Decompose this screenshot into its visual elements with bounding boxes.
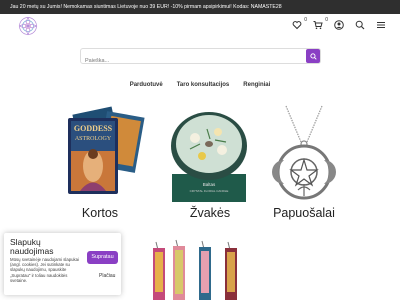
incense-image[interactable] bbox=[148, 238, 252, 300]
search-box bbox=[80, 48, 321, 68]
svg-text:CRYSTAL FLORAL CANDLE: CRYSTAL FLORAL CANDLE bbox=[190, 189, 229, 193]
search-submit-button[interactable] bbox=[306, 49, 320, 63]
nav-item-events[interactable]: Renginiai bbox=[243, 82, 270, 88]
cookie-text: Mūsų svetainėje naudojami slapukai (angl… bbox=[10, 257, 80, 283]
heart-icon bbox=[292, 21, 302, 30]
account-button[interactable] bbox=[334, 20, 344, 30]
main-nav: Parduotuvė Taro konsultacijos Renginiai bbox=[0, 82, 400, 88]
cookie-accept-button[interactable]: Supratau bbox=[87, 251, 118, 264]
header-icons: 0 0 bbox=[292, 17, 386, 30]
svg-text:ASTROLOGY: ASTROLOGY bbox=[75, 136, 112, 142]
candle-image[interactable]: Baltas CRYSTAL FLORAL CANDLE bbox=[160, 104, 260, 204]
wishlist-button[interactable]: 0 bbox=[292, 17, 307, 30]
cookie-title: Slapukų naudojimas bbox=[10, 237, 54, 256]
nav-item-tarot-consultations[interactable]: Taro konsultacijos bbox=[177, 82, 230, 88]
user-icon bbox=[334, 20, 344, 30]
product-label-cards[interactable]: Kortos bbox=[40, 206, 160, 220]
cookie-consent-popup: Slapukų naudojimas Mūsų svetainėje naudo… bbox=[4, 233, 121, 295]
search-icon bbox=[309, 52, 317, 60]
pendant-image[interactable] bbox=[254, 104, 354, 204]
search-icon bbox=[355, 20, 365, 30]
menu-button[interactable] bbox=[376, 20, 386, 30]
svg-text:GODDESS: GODDESS bbox=[74, 124, 113, 133]
cookie-more-link[interactable]: Plačiau bbox=[99, 273, 115, 279]
nav-item-shop[interactable]: Parduotuvė bbox=[130, 82, 163, 88]
mandala-logo-icon[interactable] bbox=[18, 16, 38, 36]
search-input[interactable] bbox=[81, 54, 301, 68]
tarot-cards-image[interactable]: GODDESS ASTROLOGY bbox=[50, 104, 150, 204]
product-label-jewelry[interactable]: Papuošalai bbox=[244, 206, 364, 220]
cart-count: 0 bbox=[325, 17, 328, 23]
search-toggle-button[interactable] bbox=[355, 20, 365, 30]
wishlist-count: 0 bbox=[304, 17, 307, 23]
hamburger-icon bbox=[377, 22, 385, 28]
cart-icon bbox=[313, 21, 323, 30]
cart-button[interactable]: 0 bbox=[313, 17, 328, 30]
svg-text:Baltas: Baltas bbox=[203, 182, 216, 187]
announcement-bar: Jau 20 metų su Jumis! Nemokamas siuntima… bbox=[0, 0, 400, 14]
